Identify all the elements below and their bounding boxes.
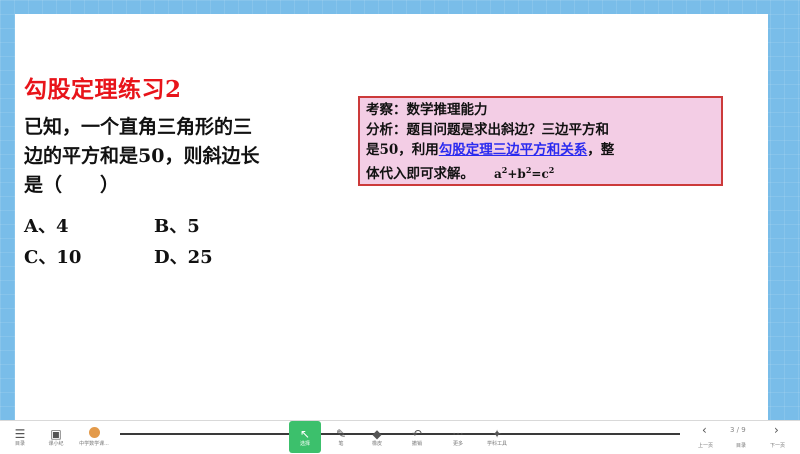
- question-line: 是（ ）: [24, 174, 120, 196]
- course-button[interactable]: 中学数学课...: [76, 421, 112, 454]
- note-line: 是50，利用勾股定理三边平方和关系，整: [366, 142, 615, 158]
- option-a: A、4: [24, 215, 69, 237]
- subject-tools-button[interactable]: ✦ 学科工具: [479, 421, 515, 454]
- question-line: 边的平方和是50，则斜边长: [24, 145, 260, 167]
- undo-button[interactable]: ↶ 撤销: [399, 421, 435, 454]
- prev-page-button[interactable]: 上一页: [698, 442, 713, 449]
- slide-canvas: 勾股定理练习2 已知，一个直角三角形的三 边的平方和是50，则斜边长 是（ ） …: [15, 14, 768, 422]
- option-c: C、10: [24, 246, 82, 268]
- answer-options: A、4 B、5 C、10 D、25: [24, 209, 284, 271]
- slide-title: 勾股定理练习2: [24, 76, 182, 103]
- menu-icon: ☰: [14, 427, 26, 441]
- question-text: 已知，一个直角三角形的三 边的平方和是50，则斜边长 是（ ）: [24, 113, 344, 200]
- more-button[interactable]: ··· 更多: [440, 421, 476, 454]
- question-line: 已知，一个直角三角形的三: [24, 116, 253, 138]
- page-indicator: 3 / 9: [730, 426, 746, 434]
- notes-button[interactable]: ▣ 课小纪: [38, 421, 74, 454]
- theorem-link[interactable]: 勾股定理三边平方和关系: [439, 142, 588, 158]
- tools-icon: ✦: [491, 427, 503, 441]
- cursor-icon: ↖: [299, 426, 311, 441]
- pythagorean-formula: a2+b2=c2: [494, 165, 555, 181]
- page-navigator: ‹ 3 / 9 › 上一页 目录 下一页: [696, 420, 792, 453]
- notebook-icon: ▣: [50, 427, 62, 441]
- eraser-tool-button[interactable]: ◆ 橡皮: [359, 421, 395, 454]
- toc-page-button[interactable]: 目录: [736, 442, 746, 449]
- pen-tool-button[interactable]: ✎ 笔: [323, 421, 359, 454]
- toc-button[interactable]: ☰ 目录: [2, 421, 38, 454]
- select-tool-button[interactable]: ↖ 选择: [289, 421, 321, 453]
- undo-icon: ↶: [411, 427, 423, 441]
- note-line: 体代入即可求解。 a2+b2=c2: [366, 165, 555, 182]
- next-page-button[interactable]: 下一页: [770, 442, 785, 449]
- more-icon: ···: [452, 427, 464, 441]
- eraser-icon: ◆: [372, 427, 382, 441]
- chevron-left-icon[interactable]: ‹: [702, 423, 707, 437]
- note-line: 考察：数学推理能力: [366, 102, 488, 118]
- note-line: 分析：题目问题是求出斜边？三边平方和: [366, 122, 609, 138]
- bottom-toolbar: ☰ 目录 ▣ 课小纪 中学数学课... ✎ 笔 ◆ 橡皮 ↶ 撤销 ··· 更多…: [0, 420, 800, 454]
- option-b: B、5: [154, 215, 200, 237]
- analysis-note-box: 考察：数学推理能力 分析：题目问题是求出斜边？三边平方和 是50，利用勾股定理三…: [358, 96, 723, 186]
- option-d: D、25: [154, 246, 213, 268]
- chevron-right-icon[interactable]: ›: [774, 423, 779, 437]
- pen-icon: ✎: [335, 427, 347, 441]
- avatar-icon: [88, 427, 100, 441]
